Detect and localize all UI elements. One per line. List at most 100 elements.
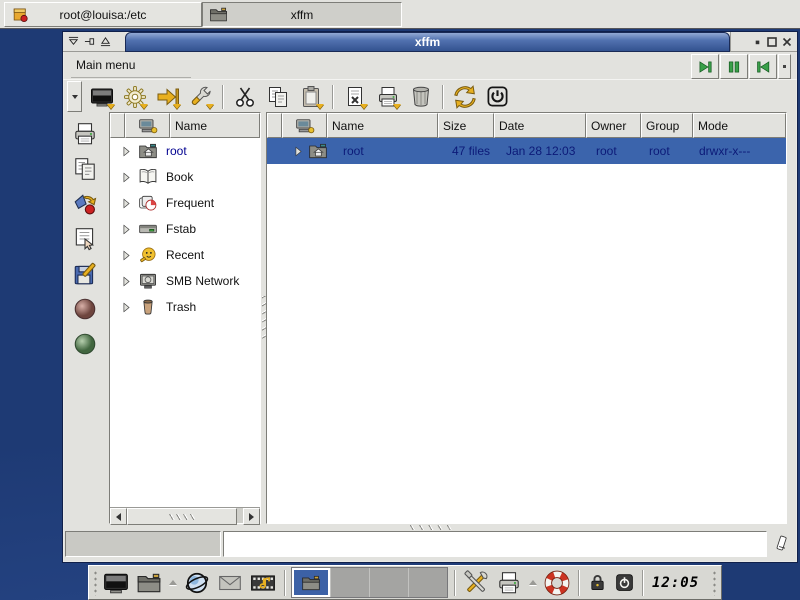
- task-button-xffm[interactable]: xffm: [202, 2, 402, 27]
- launcher-popup-right[interactable]: [527, 580, 539, 585]
- expander-icon[interactable]: [120, 223, 133, 236]
- scrollbar-thumb[interactable]: [127, 508, 237, 525]
- column-mode[interactable]: Mode: [693, 113, 786, 138]
- nav-back-button[interactable]: [749, 54, 777, 79]
- expander-icon[interactable]: [120, 275, 133, 288]
- column-date[interactable]: Date: [494, 113, 586, 138]
- cell-name[interactable]: root: [339, 144, 448, 158]
- main-area: Name root Book Frequent: [63, 112, 797, 524]
- launcher-help[interactable]: [542, 569, 572, 597]
- workspace-2[interactable]: [331, 568, 370, 597]
- file-row-root[interactable]: root 47 files Jan 28 12:03 root root drw…: [267, 138, 786, 164]
- tree-horizontal-scrollbar[interactable]: [110, 507, 260, 523]
- tree-item-recent[interactable]: Recent: [110, 242, 260, 268]
- frequent-icon: [138, 193, 158, 213]
- close-icon[interactable]: [782, 37, 792, 47]
- side-sphere-red-button[interactable]: [70, 295, 100, 323]
- workspace-4[interactable]: [409, 568, 447, 597]
- location-entry[interactable]: [223, 531, 767, 557]
- shade-icon[interactable]: [100, 36, 111, 47]
- clock[interactable]: 12:05: [649, 575, 702, 591]
- toolbar-separator: [222, 85, 223, 109]
- side-print-button[interactable]: [70, 120, 100, 148]
- expander-icon[interactable]: [120, 145, 133, 158]
- file-panel: Name Size Date Owner Group Mode root 47 …: [266, 112, 787, 524]
- toolbar-separator: [332, 85, 333, 109]
- tree-item-trash[interactable]: Trash: [110, 294, 260, 320]
- side-select-button[interactable]: [70, 225, 100, 253]
- tree-item-fstab[interactable]: Fstab: [110, 216, 260, 242]
- tree-item-book[interactable]: Book: [110, 164, 260, 190]
- launcher-media[interactable]: [248, 569, 278, 597]
- cell-mode: drwxr-x---: [695, 144, 786, 158]
- refresh-button[interactable]: [448, 82, 481, 111]
- expander-icon[interactable]: [120, 197, 133, 210]
- tree-header-icon-column[interactable]: [125, 113, 170, 138]
- file-header-icon-column[interactable]: [282, 113, 327, 138]
- clear-entry-button[interactable]: [769, 534, 795, 554]
- task-button-terminal[interactable]: root@louisa:/etc: [4, 2, 202, 27]
- workspace-1[interactable]: [292, 568, 331, 597]
- column-name[interactable]: Name: [327, 113, 438, 138]
- expander-icon[interactable]: [292, 145, 305, 158]
- skip-forward-icon: [696, 59, 714, 75]
- tools-button[interactable]: [184, 82, 217, 111]
- launcher-mail[interactable]: [215, 569, 245, 597]
- launcher-terminal[interactable]: [101, 569, 131, 597]
- launcher-web-browser[interactable]: [182, 569, 212, 597]
- splitter-grip: [262, 296, 266, 340]
- nav-pause-button[interactable]: [720, 54, 748, 79]
- file-header-grip[interactable]: [267, 113, 282, 138]
- popup-triangle-icon: [529, 580, 537, 585]
- toolbar-collapse-button[interactable]: [67, 81, 82, 112]
- launcher-popup-left[interactable]: [167, 580, 179, 585]
- workspace-3[interactable]: [370, 568, 409, 597]
- goto-button[interactable]: [151, 82, 184, 111]
- menu-main[interactable]: Main menu: [76, 58, 135, 75]
- cut-button[interactable]: [228, 82, 261, 111]
- settings-button[interactable]: [118, 82, 151, 111]
- tree-header-grip[interactable]: [110, 113, 125, 138]
- quit-button[interactable]: [481, 82, 514, 111]
- logout-button[interactable]: [612, 569, 636, 597]
- column-owner[interactable]: Owner: [586, 113, 641, 138]
- tree-header-name[interactable]: Name: [170, 113, 260, 138]
- trash-button[interactable]: [404, 82, 437, 111]
- nav-more-button[interactable]: [778, 54, 791, 79]
- expander-icon[interactable]: [120, 171, 133, 184]
- panel-handle[interactable]: [712, 570, 717, 596]
- side-sphere-green-button[interactable]: [70, 330, 100, 358]
- expander-icon[interactable]: [120, 301, 133, 314]
- nav-forward-button[interactable]: [691, 54, 719, 79]
- launcher-print[interactable]: [494, 569, 524, 597]
- iconify-icon[interactable]: [753, 37, 762, 46]
- properties-button[interactable]: [338, 82, 371, 111]
- open-terminal-button[interactable]: [85, 82, 118, 111]
- launcher-file-manager[interactable]: [134, 569, 164, 597]
- column-size[interactable]: Size: [438, 113, 494, 138]
- tree-item-root[interactable]: root: [110, 138, 260, 164]
- maximize-icon[interactable]: [767, 37, 777, 47]
- launcher-settings-tools[interactable]: [461, 569, 491, 597]
- stick-pin-icon[interactable]: [84, 36, 95, 47]
- titlebar[interactable]: xffm: [63, 32, 797, 52]
- copy-button[interactable]: [261, 82, 294, 111]
- panel-handle[interactable]: [93, 570, 98, 596]
- side-sync-button[interactable]: [70, 190, 100, 218]
- column-group[interactable]: Group: [641, 113, 693, 138]
- side-save-button[interactable]: [70, 260, 100, 288]
- eraser-icon: [772, 534, 792, 554]
- side-duplicate-button[interactable]: [70, 155, 100, 183]
- lock-screen-button[interactable]: [585, 569, 609, 597]
- tree-item-frequent[interactable]: Frequent: [110, 190, 260, 216]
- window-menu-icon[interactable]: [68, 36, 79, 47]
- paste-button[interactable]: [294, 82, 327, 111]
- print-button[interactable]: [371, 82, 404, 111]
- scroll-left-button[interactable]: [110, 508, 127, 525]
- select-document-icon: [72, 226, 98, 252]
- package-icon: [11, 5, 30, 24]
- expander-icon[interactable]: [120, 249, 133, 262]
- scroll-right-button[interactable]: [243, 508, 260, 525]
- window-title[interactable]: xffm: [125, 32, 730, 52]
- tree-item-smb-network[interactable]: SMB Network: [110, 268, 260, 294]
